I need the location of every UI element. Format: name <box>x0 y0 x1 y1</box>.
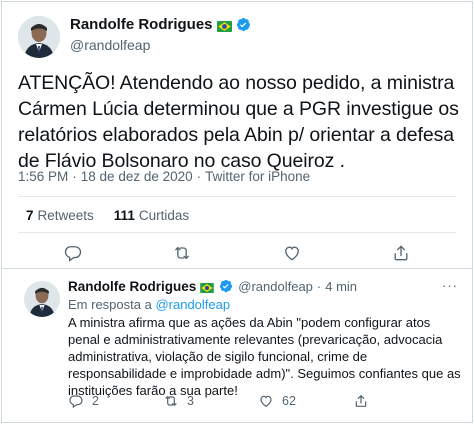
retweet-icon[interactable] <box>172 243 192 263</box>
reply-actions: 2 3 62 <box>68 393 458 409</box>
heart-icon[interactable] <box>282 243 302 263</box>
divider <box>18 196 456 197</box>
tweet-source[interactable]: Twitter for iPhone <box>205 169 310 184</box>
likes-stat[interactable]: 111 Curtidas <box>114 208 189 223</box>
reply-count: 2 <box>92 394 99 408</box>
replying-prefix: Em resposta a <box>68 297 152 312</box>
divider <box>18 232 456 233</box>
retweet-count: 3 <box>187 394 194 408</box>
share-icon <box>353 393 369 409</box>
retweets-stat[interactable]: 7 Retweets <box>26 208 94 223</box>
retweets-label: Retweets <box>37 208 94 223</box>
tweet-thread-card: Randolfe Rodrigues @randolfeap ATENÇÃO! … <box>1 1 473 423</box>
tweet-text: ATENÇÃO! Atendendo ao nosso pedido, a mi… <box>18 72 459 172</box>
reply-icon <box>68 393 84 409</box>
verified-badge-icon <box>236 17 251 32</box>
reply-header: Randolfe Rodrigues @randolfeap · 4 min <box>68 279 357 294</box>
author-line: Randolfe Rodrigues <box>70 16 251 33</box>
reply-icon[interactable] <box>63 243 83 263</box>
tweet-actions <box>18 242 456 264</box>
author-name[interactable]: Randolfe Rodrigues <box>68 279 196 294</box>
brazil-flag-icon <box>200 281 215 293</box>
meta-separator: · <box>316 279 322 294</box>
tweet-metadata: 1:56 PM · 18 de dez de 2020 · Twitter fo… <box>18 169 310 184</box>
author-handle[interactable]: @randolfeap <box>238 279 313 294</box>
avatar[interactable] <box>18 16 60 58</box>
avatar-image <box>18 16 60 58</box>
reply-text: A ministra afirma que as ações da Abin "… <box>68 315 461 398</box>
tweet-stats: 7 Retweets 111 Curtidas <box>26 208 189 223</box>
retweet-action[interactable]: 3 <box>163 393 258 409</box>
replying-to: Em resposta a @randolfeap <box>68 297 230 312</box>
likes-label: Curtidas <box>138 208 190 223</box>
meta-separator: · <box>72 169 77 184</box>
avatar-image <box>24 281 60 317</box>
retweet-icon <box>163 393 179 409</box>
brazil-flag-icon <box>216 19 232 32</box>
heart-icon <box>258 393 274 409</box>
meta-separator: · <box>196 169 202 184</box>
author-handle[interactable]: @randolfeap <box>70 37 150 53</box>
reply-time[interactable]: 4 min <box>325 279 357 294</box>
share-icon[interactable] <box>391 243 411 263</box>
replying-to-link[interactable]: @randolfeap <box>155 297 230 312</box>
avatar[interactable] <box>24 281 60 317</box>
like-action[interactable]: 62 <box>258 393 353 409</box>
like-count: 62 <box>282 394 296 408</box>
tweet-date[interactable]: 18 de dez de 2020 <box>81 169 193 184</box>
verified-badge-icon <box>219 279 234 294</box>
reply-action[interactable]: 2 <box>68 393 163 409</box>
tweet-time[interactable]: 1:56 PM <box>18 169 68 184</box>
likes-count: 111 <box>113 208 135 223</box>
main-tweet: Randolfe Rodrigues @randolfeap ATENÇÃO! … <box>2 2 472 266</box>
retweets-count: 7 <box>26 208 34 223</box>
reply-tweet: Randolfe Rodrigues @randolfeap · 4 min ·… <box>2 268 472 424</box>
more-options-icon[interactable]: ··· <box>442 278 458 293</box>
share-action[interactable] <box>353 393 448 409</box>
author-name[interactable]: Randolfe Rodrigues <box>70 16 213 33</box>
